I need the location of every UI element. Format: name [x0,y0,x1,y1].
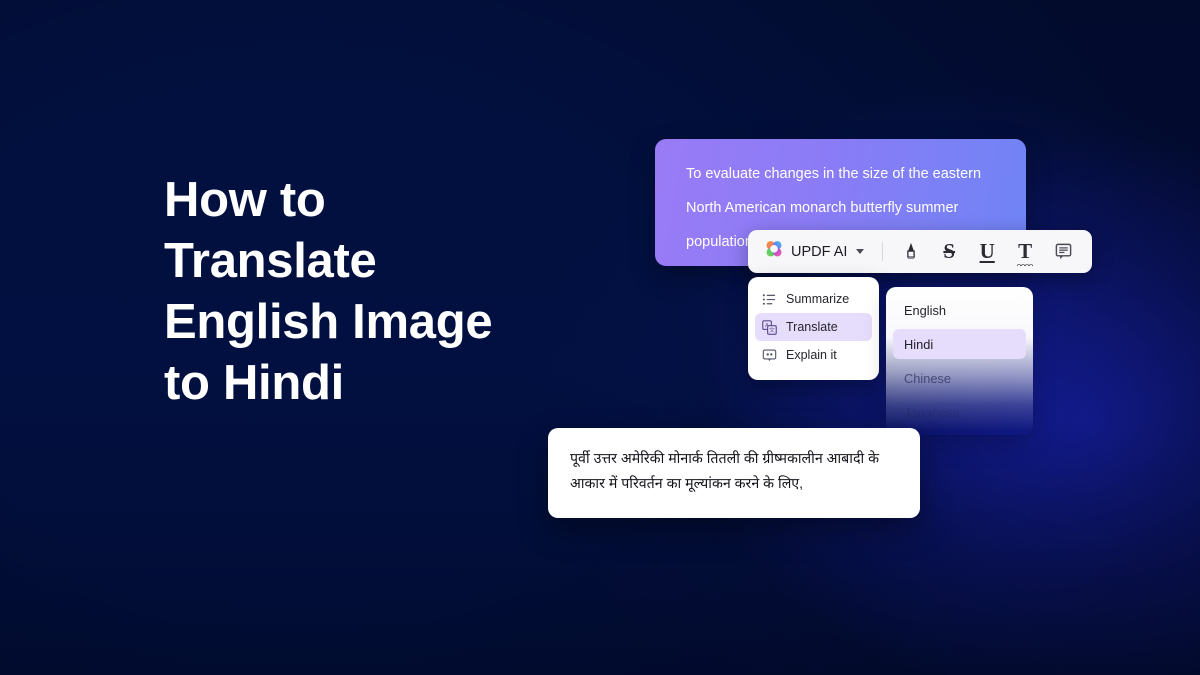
language-option-hindi-label: Hindi [904,336,934,352]
language-option-chinese[interactable]: Chinese [893,363,1026,393]
highlighter-icon[interactable] [892,235,930,269]
strikethrough-icon[interactable]: S [930,235,968,269]
ai-action-menu[interactable]: Summarize A 文 Translate Explain it [748,277,879,380]
translate-icon: A 文 [762,319,777,335]
toolbar-divider [882,242,884,261]
menu-item-explain-it-label: Explain it [786,348,837,362]
squiggly-glyph: T [1017,239,1034,267]
updf-ai-label: UPDF AI [791,243,848,260]
translation-result-card: पूर्वी उत्तर अमेरिकी मोनार्क तितली की ग्… [548,428,920,518]
updf-clover-logo-icon [764,239,784,264]
language-option-japanese-label: Japanese [904,404,960,420]
page-title: How to Translate English Image to Hindi [164,173,493,410]
squiggly-underline-icon[interactable]: T [1006,235,1044,269]
bullet-list-icon [762,293,776,305]
language-option-english[interactable]: English [893,295,1026,325]
strikethrough-glyph: S [943,239,956,263]
language-list-panel[interactable]: English Hindi Chinese Japanese [886,287,1033,435]
menu-item-translate[interactable]: A 文 Translate [755,313,872,341]
explain-bubble-icon [762,349,777,361]
translation-result-text: पूर्वी उत्तर अमेरिकी मोनार्क तितली की ग्… [570,451,879,492]
chevron-down-icon[interactable] [856,249,865,254]
menu-item-summarize[interactable]: Summarize [755,285,872,313]
language-option-hindi[interactable]: Hindi [893,329,1026,359]
comment-note-icon[interactable] [1044,235,1082,269]
language-option-english-label: English [904,302,946,318]
menu-item-translate-label: Translate [786,320,838,334]
language-option-chinese-label: Chinese [904,370,951,386]
underline-icon[interactable]: U [968,235,1006,269]
menu-item-summarize-label: Summarize [786,292,850,306]
annotation-toolbar[interactable]: UPDF AI S U T [748,230,1092,273]
menu-item-explain-it[interactable]: Explain it [755,341,872,369]
svg-text:文: 文 [769,326,775,334]
language-option-japanese[interactable]: Japanese [893,397,1026,427]
updf-ai-button[interactable]: UPDF AI [758,235,870,268]
underline-glyph: U [979,239,995,263]
